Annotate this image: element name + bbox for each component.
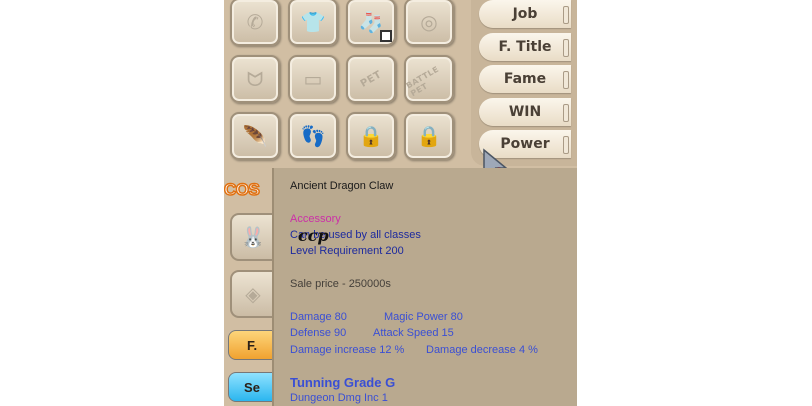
win-button[interactable]: WIN (479, 98, 571, 126)
attack-speed-stat: Attack Speed 15 (373, 327, 454, 339)
sock-icon: 🧦 (358, 10, 384, 34)
grip-handle (563, 6, 569, 24)
footprint-slot[interactable]: 👣 (288, 112, 338, 160)
job-button[interactable]: Job (479, 0, 571, 28)
item-category: Accessory (290, 213, 341, 225)
win-label: WIN (508, 104, 542, 120)
damage-increase-stat: Damage increase 12 % (290, 344, 405, 356)
lock-icon: 🔒 (358, 124, 384, 148)
costume-slot-armor[interactable]: ◈ (230, 270, 274, 318)
ring-icon: ◎ (420, 10, 438, 34)
fame-label: Fame (503, 71, 547, 87)
costume-se-label: Se (244, 379, 260, 395)
sock-slot[interactable]: 🧦 (346, 0, 396, 46)
locked-slot[interactable]: 🔒 (346, 112, 396, 160)
battle-pet-slot[interactable]: BATTLE PET (404, 55, 454, 103)
battle-pet-label: BATTLE PET (404, 64, 441, 99)
locked-slot[interactable]: 🔒 (404, 112, 454, 160)
costume-header: COS (224, 179, 261, 200)
shirt-icon: 👕 (300, 10, 326, 34)
lock-icon: 🔒 (416, 124, 442, 148)
signature-text: ccp (298, 226, 329, 245)
grip-handle (563, 71, 569, 89)
tuning-grade: Tunning Grade G (290, 375, 396, 390)
pet-slot[interactable]: PET (346, 55, 396, 103)
item-name: Ancient Dragon Claw (290, 180, 394, 192)
level-requirement: Level Requirement 200 (290, 245, 404, 257)
fame-button[interactable]: Fame (479, 65, 571, 93)
phone-icon: ✆ (246, 10, 264, 34)
phone-slot[interactable]: ✆ (230, 0, 280, 46)
damage-decrease-stat: Damage decrease 4 % (426, 344, 538, 356)
costume-f-label: F. (246, 337, 258, 353)
shorts-slot[interactable]: ▭ (288, 55, 338, 103)
necklace-slot[interactable]: ᗢ (230, 55, 280, 103)
damage-stat: Damage 80 (290, 311, 347, 323)
ring-slot[interactable]: ◎ (404, 0, 454, 46)
grip-handle (563, 136, 569, 154)
item-tooltip: Ancient Dragon Claw Accessory Can be use… (272, 168, 577, 406)
job-label: Job (512, 6, 538, 22)
costume-slot-rabbit[interactable]: 🐰 (230, 213, 274, 261)
armor-icon: ◈ (245, 282, 261, 306)
accessory-slot[interactable]: 🪶 (230, 112, 280, 160)
stats-panel: Job F. Title Fame WIN Power (471, 0, 577, 166)
fame-title-label: F. Title (498, 39, 552, 55)
sale-price: Sale price - 250000s (290, 278, 391, 290)
dungeon-damage-stat: Dungeon Dmg Inc 1 (290, 392, 388, 404)
footprint-icon: 👣 (300, 124, 326, 148)
defense-stat: Defense 90 (290, 327, 347, 339)
costume-se-button[interactable]: Se (228, 372, 276, 402)
shorts-icon: ▭ (303, 67, 323, 91)
square-marker (380, 30, 392, 42)
magic-power-stat: Magic Power 80 (384, 311, 463, 323)
costume-f-button[interactable]: F. (228, 330, 276, 360)
shirt-slot[interactable]: 👕 (288, 0, 338, 46)
rabbit-icon: 🐰 (240, 225, 266, 249)
fame-title-button[interactable]: F. Title (479, 33, 571, 61)
dragon-claw-icon: 🪶 (242, 124, 268, 148)
game-window: ✆ 👕 🧦 ◎ ᗢ ▭ PET BATTLE PET 🪶 👣 🔒 🔒 Job F… (224, 0, 577, 406)
grip-handle (563, 104, 569, 122)
pet-label: PET (358, 68, 384, 90)
necklace-icon: ᗢ (246, 67, 264, 91)
grip-handle (563, 39, 569, 57)
